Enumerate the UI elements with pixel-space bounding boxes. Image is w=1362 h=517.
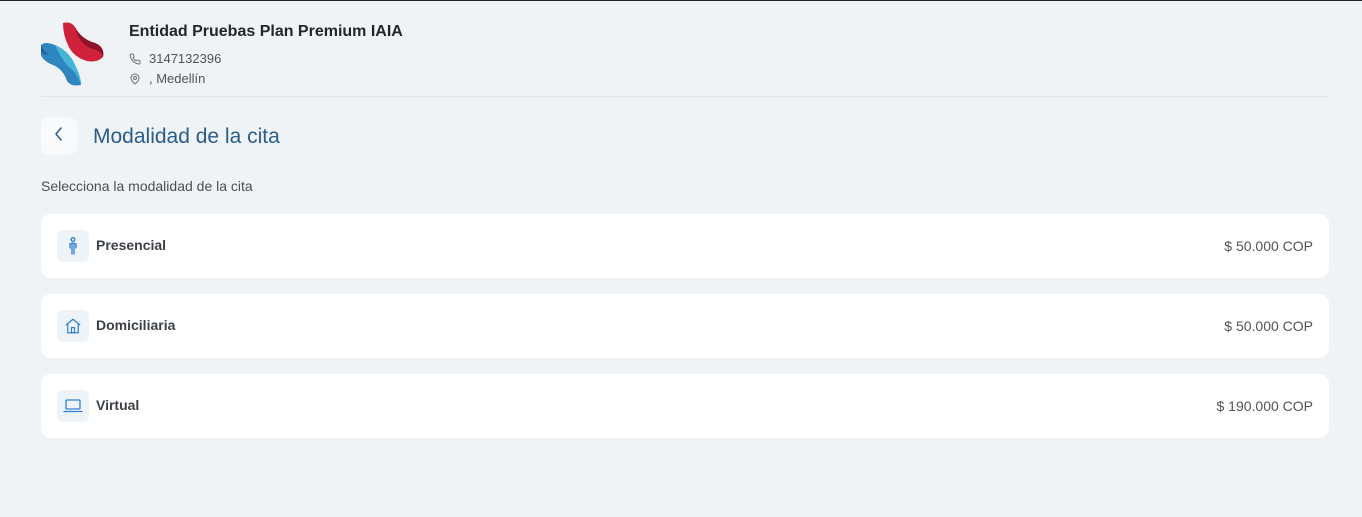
page-subtitle: Selecciona la modalidad de la cita	[41, 178, 253, 194]
option-virtual[interactable]: Virtual $ 190.000 COP	[41, 374, 1329, 438]
home-icon	[57, 310, 89, 342]
option-price: $ 50.000 COP	[1224, 238, 1313, 254]
entity-phone-row: 3147132396	[129, 51, 221, 66]
entity-location-row: , Medellín	[129, 71, 205, 86]
location-pin-icon	[129, 73, 141, 85]
option-label: Virtual	[96, 397, 140, 413]
option-domiciliaria[interactable]: Domiciliaria $ 50.000 COP	[41, 294, 1329, 358]
top-border	[0, 0, 1362, 1]
option-label: Presencial	[96, 237, 167, 253]
option-price: $ 190.000 COP	[1216, 398, 1313, 414]
back-button[interactable]	[41, 117, 77, 155]
modality-options-list: Presencial $ 50.000 COP Domiciliaria $ 5…	[41, 214, 1329, 454]
chevron-left-icon	[53, 126, 65, 146]
entity-name: Entidad Pruebas Plan Premium IAIA	[129, 23, 403, 40]
person-icon	[57, 230, 89, 262]
option-label: Domiciliaria	[96, 317, 176, 333]
entity-location: , Medellín	[149, 71, 206, 86]
laptop-icon	[57, 390, 89, 422]
option-price: $ 50.000 COP	[1224, 318, 1313, 334]
phone-icon	[129, 52, 141, 65]
page-title: Modalidad de la cita	[93, 125, 280, 148]
entity-logo	[41, 21, 105, 87]
entity-phone: 3147132396	[149, 51, 222, 66]
entity-header: Entidad Pruebas Plan Premium IAIA 314713…	[41, 20, 1329, 97]
option-presencial[interactable]: Presencial $ 50.000 COP	[41, 214, 1329, 278]
